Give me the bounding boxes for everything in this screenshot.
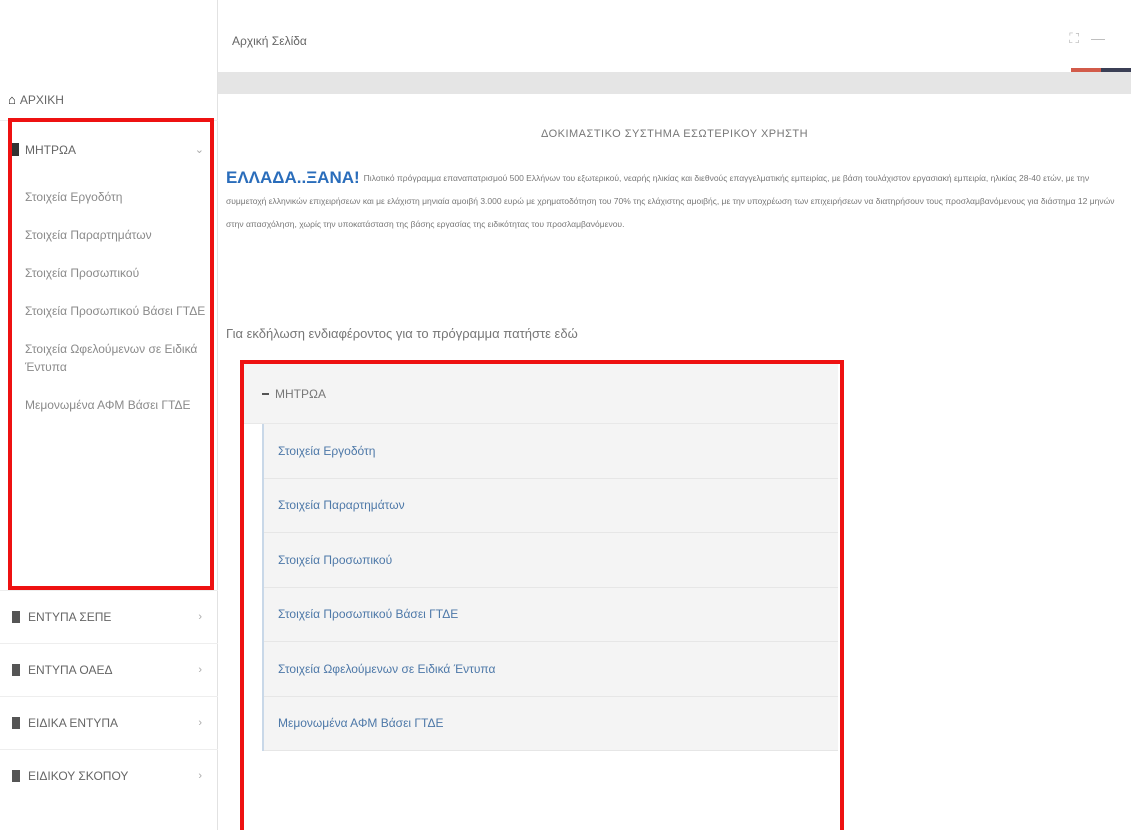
fullscreen-icon[interactable]: ⛶ bbox=[1069, 30, 1091, 46]
sidebar-item-label: ΕΙΔΙΚΑ ΕΝΤΥΠΑ bbox=[28, 716, 119, 730]
sidebar-item-label: ΕΝΤΥΠΑ ΣΕΠΕ bbox=[28, 610, 112, 624]
system-title: ΔΟΚΙΜΑΣΤΙΚΟ ΣΥΣΤΗΜΑ ΕΣΩΤΕΡΙΚΟΥ ΧΡΗΣΤΗ bbox=[540, 128, 809, 140]
sidebar-item-special-purpose[interactable]: ΕΙΔΙΚΟΥ ΣΚΟΠΟΥ › bbox=[0, 749, 218, 802]
sidebar-item-home[interactable]: ⌂ ΑΡΧΙΚΗ bbox=[8, 92, 64, 107]
top-bar: Αρχική Σελίδα ⛶— bbox=[218, 0, 1131, 72]
highlight-box-panel bbox=[240, 360, 844, 830]
sidebar-item-special-forms[interactable]: ΕΙΔΙΚΑ ΕΝΤΥΠΑ › bbox=[0, 696, 218, 749]
minimize-icon[interactable]: — bbox=[1091, 30, 1117, 46]
highlight-box-sidebar bbox=[8, 118, 214, 590]
program-brand: ΕΛΛΑΔΑ..ΞΑΝΑ! bbox=[226, 168, 360, 187]
chevron-right-icon: › bbox=[198, 664, 202, 676]
sidebar-item-label: ΕΝΤΥΠΑ ΟΑΕΔ bbox=[28, 663, 113, 677]
intro-paragraph: ΕΛΛΑΔΑ..ΞΑΝΑ! Πιλοτικό πρόγραμμα επαναπατ… bbox=[226, 166, 1116, 236]
home-icon: ⌂ bbox=[8, 92, 16, 107]
chevron-right-icon: › bbox=[198, 611, 202, 623]
sidebar-home-label: ΑΡΧΙΚΗ bbox=[19, 92, 64, 107]
toolbar-icons: ⛶— bbox=[1069, 30, 1117, 47]
sidebar-item-label: ΕΙΔΙΚΟΥ ΣΚΟΠΟΥ bbox=[28, 769, 129, 783]
chevron-right-icon: › bbox=[198, 770, 202, 782]
document-icon bbox=[12, 717, 20, 729]
sidebar-lower-menu: ΕΝΤΥΠΑ ΣΕΠΕ › ΕΝΤΥΠΑ ΟΑΕΔ › ΕΙΔΙΚΑ ΕΝΤΥΠ… bbox=[0, 590, 218, 802]
chevron-right-icon: › bbox=[198, 717, 202, 729]
document-icon bbox=[12, 664, 20, 676]
breadcrumb[interactable]: Αρχική Σελίδα bbox=[232, 34, 307, 48]
header-divider-bar bbox=[218, 72, 1131, 94]
sidebar-item-sepe-forms[interactable]: ΕΝΤΥΠΑ ΣΕΠΕ › bbox=[0, 590, 218, 643]
document-icon bbox=[12, 770, 20, 782]
sidebar-logo-area bbox=[0, 0, 217, 82]
sidebar-item-oaed-forms[interactable]: ΕΝΤΥΠΑ ΟΑΕΔ › bbox=[0, 643, 218, 696]
interest-link[interactable]: Για εκδήλωση ενδιαφέροντος για το πρόγρα… bbox=[226, 326, 578, 341]
document-icon bbox=[12, 611, 20, 623]
